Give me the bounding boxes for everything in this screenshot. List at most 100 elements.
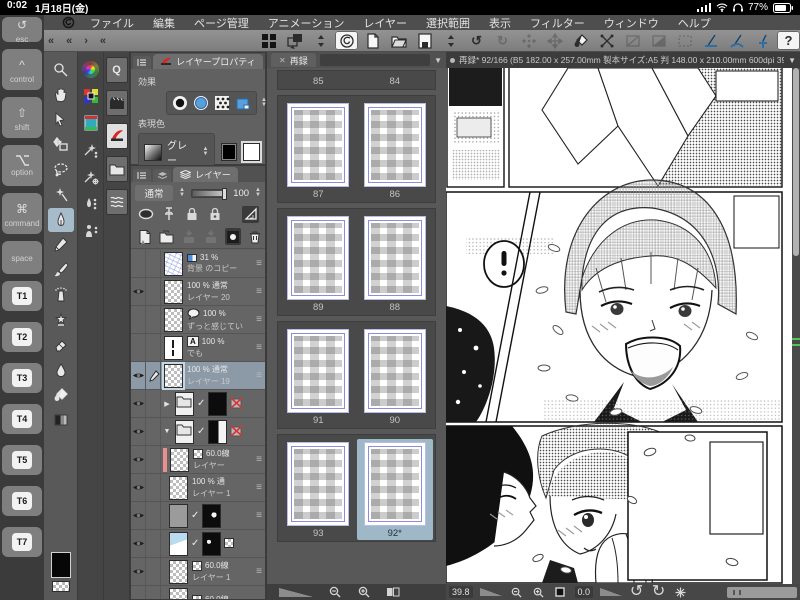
lock-transparent-pixels-icon[interactable] [206,206,223,223]
layer-row[interactable]: A 100 % でも ≡ [131,334,265,362]
layer-menu-icon[interactable]: ≡ [256,314,262,325]
layer-row[interactable]: ▼ ✓ [131,418,265,446]
story-dropdown[interactable] [319,54,431,66]
folder-collapsed-icon[interactable]: ▶ [162,400,172,408]
layer-row[interactable]: 60.0線 [131,586,265,599]
page-cell[interactable]: 84 [357,74,434,87]
transfer-to-lower-icon[interactable] [181,228,197,245]
collapse-panels-icon[interactable]: « [100,35,106,47]
gradient-tool[interactable] [48,408,74,432]
layer-row[interactable]: 100 % 通常 レイヤー 20 ≡ [131,278,265,306]
lock-layer-icon[interactable] [183,206,200,223]
page-cell[interactable]: 91 [280,326,357,427]
blend-tool[interactable] [48,358,74,382]
layer-thumbnail[interactable] [169,531,188,556]
layer-mask-thumbnail[interactable] [208,391,228,416]
layer-row[interactable]: 60.0線 レイヤー ≡ [131,446,265,474]
layer-row[interactable]: 100 % ずっと感じてい ≡ [131,306,265,334]
tab-layer-search[interactable] [153,169,171,182]
visibility-cell[interactable] [131,306,146,333]
key-control[interactable]: ^ control [2,49,42,90]
fill-tool[interactable] [48,383,74,407]
opacity-slider[interactable] [190,187,228,200]
key-T2[interactable]: T2 [2,322,42,352]
layer-row[interactable]: 100 % 通常 レイヤー 19 ≡ [131,361,265,390]
ruler-toggle-icon[interactable] [242,205,259,223]
palette-stepper-icon[interactable] [309,31,332,50]
sub-tool-palette[interactable] [82,168,100,186]
halftone-effect-icon[interactable] [214,95,230,111]
auto-select-tool[interactable] [48,183,74,207]
layer-row[interactable]: 31 % 背景 のコピー ≡ [131,250,265,278]
layer-thumbnail[interactable] [164,251,183,276]
page-cell[interactable]: 93 [280,439,357,540]
expand-palette-icon[interactable]: › [84,35,88,47]
page-thumbnail[interactable] [363,216,426,300]
brush-size-palette[interactable] [82,222,100,240]
save-file-icon[interactable] [413,31,436,50]
eye-icon[interactable] [132,567,145,576]
layer-mask-thumbnail[interactable] [202,531,222,556]
color-slider-palette[interactable] [82,114,100,132]
layer-menu-icon[interactable]: ≡ [256,286,262,297]
visibility-cell[interactable] [131,334,146,361]
clip-studio-home-icon[interactable] [335,31,358,50]
menu-ウィンドウ[interactable]: ウィンドウ [604,15,659,31]
visibility-cell[interactable] [131,250,146,277]
brush-tool[interactable] [48,258,74,282]
decoration-tool[interactable] [48,308,74,332]
visibility-cell[interactable] [131,418,146,445]
workspace-layout-icon[interactable] [257,31,280,50]
menu-編集[interactable]: 編集 [153,15,175,31]
rotate-right-icon[interactable]: ↻ [651,584,666,600]
move-tool[interactable] [48,83,74,107]
menu-表示[interactable]: 表示 [489,15,511,31]
page-cell[interactable]: 85 [280,74,357,87]
page-cell[interactable]: 90 [357,326,434,427]
visibility-cell[interactable] [131,558,146,585]
key-esc[interactable]: ↺ esc [2,17,42,44]
chevron-down-icon[interactable]: ▼ [788,56,796,65]
layer-thumbnail[interactable] [164,335,183,360]
snap-special-ruler-icon[interactable] [725,31,748,50]
layer-row[interactable]: ✓ ≡ [131,502,265,530]
page-thumbnail[interactable] [287,329,350,413]
layer-move-tool[interactable] [48,133,74,157]
invert-selection-icon[interactable] [647,31,670,50]
layer-thumbnail[interactable] [169,559,188,584]
page-thumbnail[interactable] [363,103,426,187]
visibility-cell[interactable] [131,530,146,557]
layer-menu-icon[interactable]: ≡ [256,454,262,465]
eraser-tool[interactable] [48,333,74,357]
clip-studio-logo-icon[interactable] [62,16,75,29]
visibility-cell[interactable] [131,362,146,389]
layer-color-effect-icon[interactable] [235,95,251,111]
transform-icon[interactable] [595,31,618,50]
black-color-swatch[interactable] [220,143,238,161]
palette-visibility-icon[interactable] [283,31,306,50]
layer-mask-icon[interactable] [225,228,241,245]
eye-icon[interactable] [132,287,145,296]
layer-thumbnail[interactable] [164,279,183,304]
zoom-out-icon[interactable] [509,586,524,599]
canvas-artwork[interactable] [446,68,792,584]
key-T6[interactable]: T6 [2,486,42,516]
border-effect-icon[interactable] [172,95,188,111]
page-thumbnail[interactable] [287,216,350,300]
new-canvas-icon[interactable] [361,31,384,50]
layer-row[interactable]: 60.0線 レイヤー 1 ≡ [131,558,265,586]
close-icon[interactable]: ✕ [279,56,286,65]
key-option[interactable]: option [2,145,42,186]
page-thumbnail[interactable] [363,442,426,526]
key-T7[interactable]: T7 [2,527,42,557]
canvas-viewport[interactable] [446,68,800,584]
pen-tool[interactable] [47,208,74,232]
layer-thumbnail[interactable] [169,475,188,500]
collapse-palette-dock-icon[interactable]: « [66,35,72,47]
page-cell[interactable]: 86 [357,100,434,201]
layer-thumbnail[interactable] [164,307,183,332]
zoom-slider[interactable] [479,588,502,596]
eye-icon[interactable] [132,539,145,548]
layer-menu-icon[interactable]: ≡ [256,370,262,381]
rotation-slider[interactable] [600,588,623,596]
